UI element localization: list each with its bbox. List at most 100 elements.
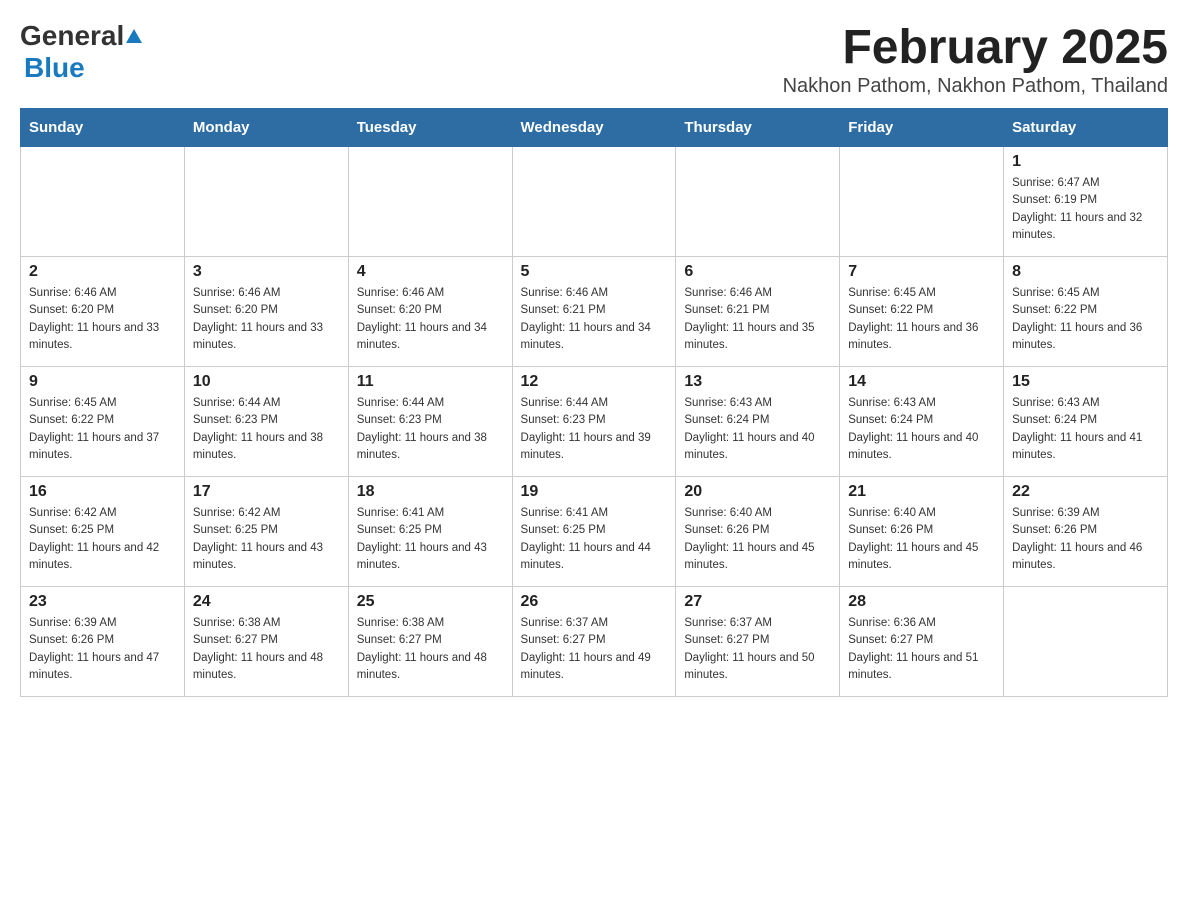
day-number: 1 bbox=[1012, 153, 1159, 171]
day-info: Sunrise: 6:46 AMSunset: 6:20 PMDaylight:… bbox=[357, 285, 504, 354]
calendar-day-cell: 22 Sunrise: 6:39 AMSunset: 6:26 PMDayligh… bbox=[1004, 477, 1168, 587]
day-info: Sunrise: 6:41 AMSunset: 6:25 PMDaylight:… bbox=[357, 505, 504, 574]
day-info: Sunrise: 6:45 AMSunset: 6:22 PMDaylight:… bbox=[848, 285, 995, 354]
logo-blue: Blue bbox=[24, 52, 85, 84]
page-title: February 2025 bbox=[783, 20, 1168, 75]
calendar-day-cell bbox=[840, 147, 1004, 257]
calendar-day-cell: 21 Sunrise: 6:40 AMSunset: 6:26 PMDayligh… bbox=[840, 477, 1004, 587]
calendar-day-cell bbox=[184, 147, 348, 257]
day-info: Sunrise: 6:46 AMSunset: 6:21 PMDaylight:… bbox=[684, 285, 831, 354]
day-info: Sunrise: 6:40 AMSunset: 6:26 PMDaylight:… bbox=[684, 505, 831, 574]
day-number: 20 bbox=[684, 483, 831, 501]
weekday-header: Friday bbox=[840, 109, 1004, 147]
calendar-week-row: 2 Sunrise: 6:46 AMSunset: 6:20 PMDaylight… bbox=[21, 257, 1168, 367]
calendar-day-cell: 16 Sunrise: 6:42 AMSunset: 6:25 PMDayligh… bbox=[21, 477, 185, 587]
calendar-day-cell: 13 Sunrise: 6:43 AMSunset: 6:24 PMDayligh… bbox=[676, 367, 840, 477]
day-info: Sunrise: 6:37 AMSunset: 6:27 PMDaylight:… bbox=[521, 615, 668, 684]
calendar-header-row: SundayMondayTuesdayWednesdayThursdayFrid… bbox=[21, 109, 1168, 147]
day-info: Sunrise: 6:36 AMSunset: 6:27 PMDaylight:… bbox=[848, 615, 995, 684]
page-subtitle: Nakhon Pathom, Nakhon Pathom, Thailand bbox=[783, 75, 1168, 98]
calendar-week-row: 1 Sunrise: 6:47 AMSunset: 6:19 PMDaylight… bbox=[21, 147, 1168, 257]
calendar-day-cell: 4 Sunrise: 6:46 AMSunset: 6:20 PMDaylight… bbox=[348, 257, 512, 367]
day-info: Sunrise: 6:44 AMSunset: 6:23 PMDaylight:… bbox=[357, 395, 504, 464]
calendar-day-cell: 3Sunrise: 6:46 AMSunset: 6:20 PMDaylight… bbox=[184, 257, 348, 367]
day-info: Sunrise: 6:46 AMSunset: 6:20 PMDaylight:… bbox=[193, 285, 340, 354]
calendar-day-cell bbox=[676, 147, 840, 257]
day-number: 24 bbox=[193, 593, 340, 611]
day-number: 13 bbox=[684, 373, 831, 391]
weekday-header: Thursday bbox=[676, 109, 840, 147]
day-info: Sunrise: 6:46 AMSunset: 6:21 PMDaylight:… bbox=[521, 285, 668, 354]
day-number: 28 bbox=[848, 593, 995, 611]
calendar-day-cell: 14 Sunrise: 6:43 AMSunset: 6:24 PMDayligh… bbox=[840, 367, 1004, 477]
day-number: 21 bbox=[848, 483, 995, 501]
calendar-day-cell bbox=[1004, 587, 1168, 697]
day-number: 6 bbox=[684, 263, 831, 281]
day-number: 22 bbox=[1012, 483, 1159, 501]
logo-triangle-icon bbox=[125, 27, 143, 45]
day-number: 4 bbox=[357, 263, 504, 281]
day-info: Sunrise: 6:46 AMSunset: 6:20 PMDaylight:… bbox=[29, 285, 176, 354]
day-number: 23 bbox=[29, 593, 176, 611]
calendar-day-cell: 20 Sunrise: 6:40 AMSunset: 6:26 PMDayligh… bbox=[676, 477, 840, 587]
day-number: 12 bbox=[521, 373, 668, 391]
day-number: 9 bbox=[29, 373, 176, 391]
day-info: Sunrise: 6:39 AMSunset: 6:26 PMDaylight:… bbox=[1012, 505, 1159, 574]
day-number: 16 bbox=[29, 483, 176, 501]
calendar-day-cell: 17Sunrise: 6:42 AMSunset: 6:25 PMDayligh… bbox=[184, 477, 348, 587]
calendar-day-cell: 28 Sunrise: 6:36 AMSunset: 6:27 PMDayligh… bbox=[840, 587, 1004, 697]
day-info: Sunrise: 6:38 AMSunset: 6:27 PMDaylight:… bbox=[357, 615, 504, 684]
calendar-week-row: 16 Sunrise: 6:42 AMSunset: 6:25 PMDayligh… bbox=[21, 477, 1168, 587]
day-number: 27 bbox=[684, 593, 831, 611]
day-number: 8 bbox=[1012, 263, 1159, 281]
calendar-day-cell: 19 Sunrise: 6:41 AMSunset: 6:25 PMDayligh… bbox=[512, 477, 676, 587]
calendar-day-cell bbox=[21, 147, 185, 257]
day-number: 11 bbox=[357, 373, 504, 391]
calendar-day-cell: 6 Sunrise: 6:46 AMSunset: 6:21 PMDaylight… bbox=[676, 257, 840, 367]
day-info: Sunrise: 6:43 AMSunset: 6:24 PMDaylight:… bbox=[1012, 395, 1159, 464]
day-info: Sunrise: 6:47 AMSunset: 6:19 PMDaylight:… bbox=[1012, 175, 1159, 244]
day-info: Sunrise: 6:39 AMSunset: 6:26 PMDaylight:… bbox=[29, 615, 176, 684]
day-info: Sunrise: 6:45 AMSunset: 6:22 PMDaylight:… bbox=[29, 395, 176, 464]
day-info: Sunrise: 6:43 AMSunset: 6:24 PMDaylight:… bbox=[848, 395, 995, 464]
calendar-day-cell: 8 Sunrise: 6:45 AMSunset: 6:22 PMDaylight… bbox=[1004, 257, 1168, 367]
day-number: 26 bbox=[521, 593, 668, 611]
calendar-day-cell: 25 Sunrise: 6:38 AMSunset: 6:27 PMDayligh… bbox=[348, 587, 512, 697]
calendar-day-cell bbox=[512, 147, 676, 257]
calendar-day-cell: 9 Sunrise: 6:45 AMSunset: 6:22 PMDaylight… bbox=[21, 367, 185, 477]
weekday-header: Tuesday bbox=[348, 109, 512, 147]
calendar-day-cell: 24 Sunrise: 6:38 AMSunset: 6:27 PMDayligh… bbox=[184, 587, 348, 697]
calendar-day-cell: 23 Sunrise: 6:39 AMSunset: 6:26 PMDayligh… bbox=[21, 587, 185, 697]
calendar-week-row: 23 Sunrise: 6:39 AMSunset: 6:26 PMDayligh… bbox=[21, 587, 1168, 697]
day-info: Sunrise: 6:40 AMSunset: 6:26 PMDaylight:… bbox=[848, 505, 995, 574]
weekday-header: Wednesday bbox=[512, 109, 676, 147]
weekday-header: Saturday bbox=[1004, 109, 1168, 147]
day-info: Sunrise: 6:41 AMSunset: 6:25 PMDaylight:… bbox=[521, 505, 668, 574]
day-info: Sunrise: 6:43 AMSunset: 6:24 PMDaylight:… bbox=[684, 395, 831, 464]
calendar-day-cell: 10 Sunrise: 6:44 AMSunset: 6:23 PMDayligh… bbox=[184, 367, 348, 477]
day-info: Sunrise: 6:37 AMSunset: 6:27 PMDaylight:… bbox=[684, 615, 831, 684]
calendar-day-cell: 11 Sunrise: 6:44 AMSunset: 6:23 PMDayligh… bbox=[348, 367, 512, 477]
calendar-day-cell: 15 Sunrise: 6:43 AMSunset: 6:24 PMDayligh… bbox=[1004, 367, 1168, 477]
day-number: 2 bbox=[29, 263, 176, 281]
calendar-day-cell: 5 Sunrise: 6:46 AMSunset: 6:21 PMDaylight… bbox=[512, 257, 676, 367]
day-number: 7 bbox=[848, 263, 995, 281]
day-number: 25 bbox=[357, 593, 504, 611]
day-info: Sunrise: 6:44 AMSunset: 6:23 PMDaylight:… bbox=[193, 395, 340, 464]
logo-general: General bbox=[20, 20, 124, 52]
title-section: February 2025 Nakhon Pathom, Nakhon Path… bbox=[783, 20, 1168, 98]
day-number: 14 bbox=[848, 373, 995, 391]
day-number: 5 bbox=[521, 263, 668, 281]
calendar-day-cell: 18Sunrise: 6:41 AMSunset: 6:25 PMDayligh… bbox=[348, 477, 512, 587]
day-info: Sunrise: 6:45 AMSunset: 6:22 PMDaylight:… bbox=[1012, 285, 1159, 354]
day-info: Sunrise: 6:38 AMSunset: 6:27 PMDaylight:… bbox=[193, 615, 340, 684]
day-number: 15 bbox=[1012, 373, 1159, 391]
day-number: 17 bbox=[193, 483, 340, 501]
calendar-day-cell: 12 Sunrise: 6:44 AMSunset: 6:23 PMDayligh… bbox=[512, 367, 676, 477]
logo: General Blue bbox=[20, 20, 144, 84]
day-number: 10 bbox=[193, 373, 340, 391]
day-number: 19 bbox=[521, 483, 668, 501]
calendar-day-cell: 7 Sunrise: 6:45 AMSunset: 6:22 PMDaylight… bbox=[840, 257, 1004, 367]
day-info: Sunrise: 6:44 AMSunset: 6:23 PMDaylight:… bbox=[521, 395, 668, 464]
day-info: Sunrise: 6:42 AMSunset: 6:25 PMDaylight:… bbox=[29, 505, 176, 574]
